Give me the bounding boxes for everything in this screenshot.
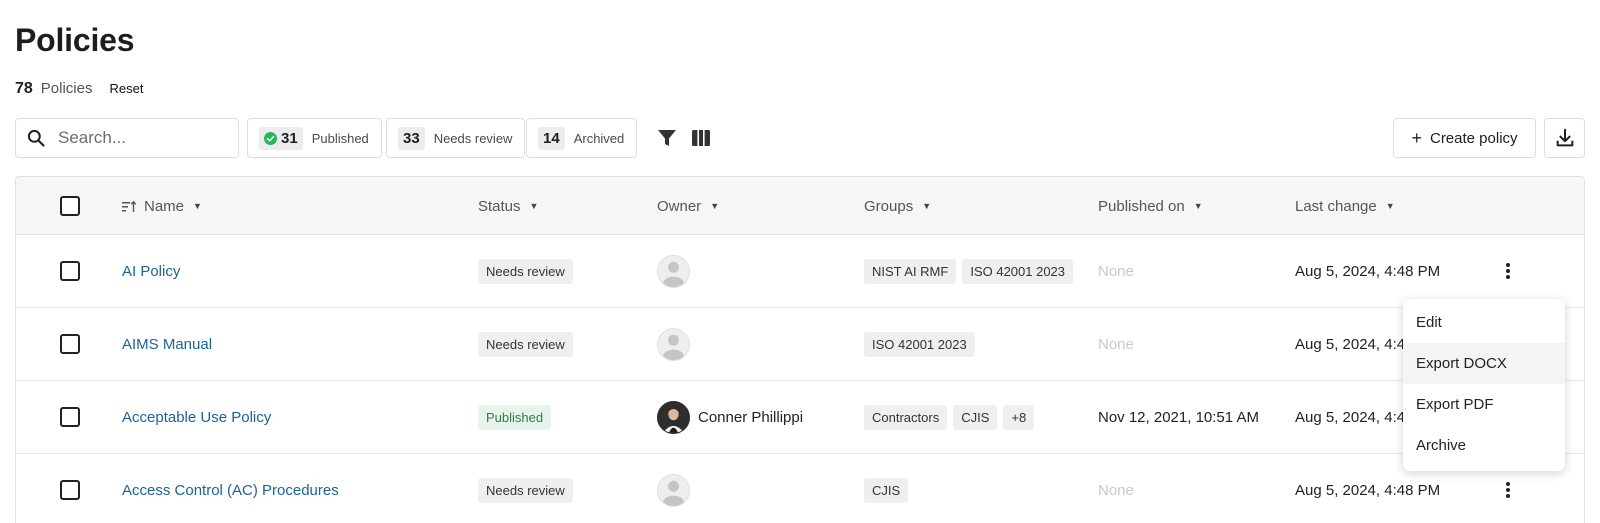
more-options-icon[interactable]	[1498, 480, 1518, 500]
column-label: Last change	[1295, 197, 1377, 215]
row-checkbox[interactable]	[60, 334, 80, 354]
check-circle-icon	[264, 131, 277, 145]
menu-item-export-pdf[interactable]: Export PDF	[1403, 384, 1565, 425]
person-icon	[663, 480, 684, 506]
chip-count: 31	[281, 129, 298, 147]
policy-count-row: 78 Policies Reset	[15, 80, 143, 98]
reset-button[interactable]: Reset	[109, 81, 143, 96]
create-policy-button[interactable]: + Create policy	[1393, 118, 1536, 158]
chip-label: Published	[311, 130, 369, 146]
policy-name-link[interactable]: AI Policy	[122, 263, 180, 280]
user-photo	[658, 401, 689, 432]
published-on: Nov 12, 2021, 10:51 AM	[1098, 408, 1259, 426]
column-status[interactable]: Status ▼	[478, 177, 538, 235]
caret-down-icon: ▼	[1385, 201, 1395, 211]
group-tag: NIST AI RMF	[864, 258, 957, 284]
menu-item-export-docx[interactable]: Export DOCX	[1403, 343, 1565, 384]
avatar-placeholder	[657, 473, 690, 507]
row-actions-menu: Edit Export DOCX Export PDF Archive	[1403, 299, 1565, 471]
person-icon	[663, 261, 684, 287]
group-tag: Contractors	[864, 404, 948, 430]
filter-chip-needs-review[interactable]: 33 Needs review	[386, 118, 526, 158]
caret-down-icon: ▼	[1193, 201, 1203, 211]
published-on: None	[1098, 262, 1134, 280]
policies-table: Name ▼ Status ▼ Owner ▼ Groups ▼ Published o…	[15, 176, 1585, 523]
avatar	[657, 400, 690, 434]
table-row[interactable]: Acceptable Use Policy Published Conner P…	[16, 381, 1584, 454]
download-icon	[1556, 128, 1573, 147]
caret-down-icon: ▼	[710, 201, 720, 211]
caret-down-icon: ▼	[529, 201, 539, 211]
download-button[interactable]	[1544, 118, 1585, 158]
chip-label: Archived	[573, 130, 625, 146]
row-checkbox[interactable]	[60, 407, 80, 427]
group-tag: CJIS	[953, 404, 998, 430]
menu-item-archive[interactable]: Archive	[1403, 425, 1565, 466]
last-change: Aug 5, 2024, 4:48 PM	[1295, 481, 1441, 499]
chip-count: 14	[538, 126, 565, 150]
column-label: Groups	[864, 197, 914, 215]
column-label: Owner	[657, 197, 702, 215]
create-policy-label: Create policy	[1429, 129, 1518, 147]
sort-icon	[122, 200, 137, 212]
group-tag: ISO 42001 2023	[962, 258, 1074, 284]
policy-count: 78	[15, 80, 33, 97]
row-checkbox[interactable]	[60, 480, 80, 500]
row-select-cell	[60, 308, 80, 380]
status-badge: Needs review	[478, 258, 573, 284]
page-title: Policies	[15, 22, 135, 58]
more-options-icon[interactable]	[1498, 261, 1518, 281]
column-owner[interactable]: Owner ▼	[657, 177, 719, 235]
policy-name-link[interactable]: AIMS Manual	[122, 336, 212, 353]
policy-count-label: Policies	[40, 80, 93, 97]
search-box[interactable]	[15, 118, 239, 158]
caret-down-icon: ▼	[922, 201, 932, 211]
group-tag: CJIS	[864, 477, 909, 503]
select-all-cell	[60, 177, 80, 235]
menu-item-edit[interactable]: Edit	[1403, 302, 1565, 343]
column-last-change[interactable]: Last change ▼	[1295, 177, 1395, 235]
status-badge: Published	[478, 404, 552, 430]
chip-count-box: 31	[259, 126, 303, 150]
group-tag: ISO 42001 2023	[864, 331, 975, 357]
plus-icon: +	[1411, 127, 1422, 148]
group-more-tag[interactable]: +8	[1003, 404, 1035, 430]
table-header: Name ▼ Status ▼ Owner ▼ Groups ▼ Published o…	[16, 177, 1584, 235]
published-on: None	[1098, 335, 1134, 353]
published-on: None	[1098, 481, 1134, 499]
avatar-placeholder	[657, 327, 690, 361]
search-icon	[27, 129, 45, 147]
table-row[interactable]: Access Control (AC) Procedures Needs rev…	[16, 454, 1584, 523]
filter-icon[interactable]	[655, 126, 679, 150]
column-groups[interactable]: Groups ▼	[864, 177, 931, 235]
avatar-placeholder	[657, 254, 690, 288]
toolbar: 31 Published 33 Needs review 14 Archived…	[15, 118, 1585, 159]
select-all-checkbox[interactable]	[60, 196, 80, 216]
chip-label: Needs review	[433, 130, 513, 146]
caret-down-icon: ▼	[193, 201, 202, 211]
column-label: Name	[144, 197, 185, 215]
last-change: Aug 5, 2024, 4:48 PM	[1295, 262, 1441, 280]
table-row[interactable]: AI Policy Needs review NIST AI RMF ISO 4…	[16, 235, 1584, 308]
row-select-cell	[60, 454, 80, 523]
status-badge: Needs review	[478, 477, 573, 503]
row-checkbox[interactable]	[60, 261, 80, 281]
column-label: Status	[478, 197, 521, 215]
column-label: Published on	[1098, 197, 1185, 215]
search-input[interactable]	[58, 128, 218, 148]
policy-name-link[interactable]: Acceptable Use Policy	[122, 409, 271, 426]
column-name[interactable]: Name ▼	[122, 177, 202, 235]
columns-icon[interactable]	[689, 126, 713, 150]
status-badge: Needs review	[478, 331, 573, 357]
person-icon	[663, 334, 684, 360]
policy-name-link[interactable]: Access Control (AC) Procedures	[122, 482, 339, 499]
column-published-on[interactable]: Published on ▼	[1098, 177, 1203, 235]
row-select-cell	[60, 381, 80, 453]
row-select-cell	[60, 235, 80, 307]
chip-count: 33	[398, 126, 425, 150]
owner-name: Conner Phillippi	[698, 408, 804, 426]
table-row[interactable]: AIMS Manual Needs review ISO 42001 2023 …	[16, 308, 1584, 381]
filter-chip-published[interactable]: 31 Published	[247, 118, 382, 158]
filter-chip-archived[interactable]: 14 Archived	[526, 118, 638, 158]
